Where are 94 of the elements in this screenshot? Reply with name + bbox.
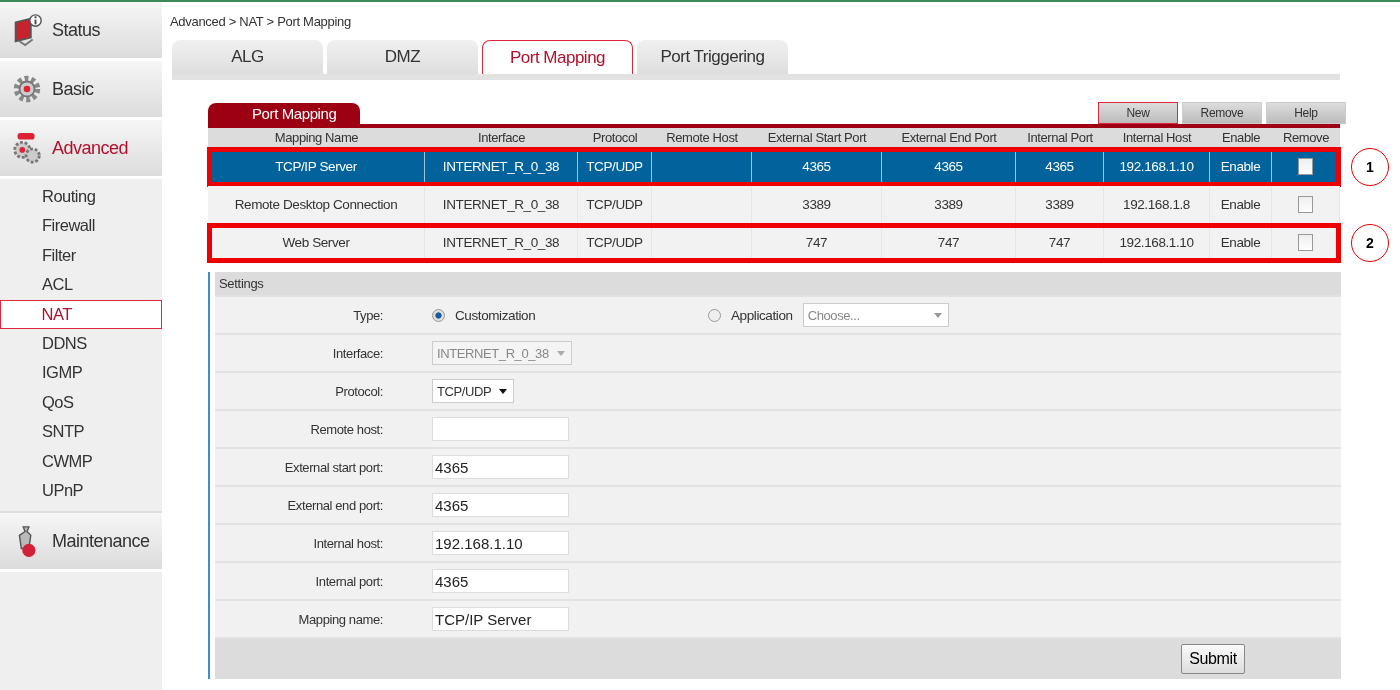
column-header: External Start Port — [766, 129, 868, 147]
table-cell: Web Server — [282, 235, 350, 250]
toolbar-button[interactable]: Remove — [1182, 102, 1262, 124]
submit-button[interactable]: Submit — [1181, 644, 1245, 674]
section-title: Settings — [215, 272, 1341, 295]
table-row[interactable]: Web Server INTERNET_R_0_38 TCP/UDP 747 747 747 192.168.1.10 Enable — [208, 224, 1340, 262]
radio-button[interactable] — [708, 308, 721, 322]
sidebar-section[interactable]: Status — [0, 2, 162, 61]
table-cell: INTERNET_R_0_38 — [442, 235, 560, 250]
table-cell: INTERNET_R_0_38 — [442, 159, 560, 174]
table-cell: 192.168.1.10 — [1119, 235, 1194, 250]
table-cell: 4365 — [934, 159, 963, 174]
table-cell: 4365 — [802, 159, 831, 174]
sidebar-item[interactable]: Filter — [0, 240, 162, 271]
field-label: Internal port: — [315, 573, 383, 589]
table-cell: 747 — [805, 235, 828, 250]
tab[interactable]: ALG — [172, 40, 323, 74]
sidebar-item[interactable]: SNTP — [0, 417, 162, 447]
sidebar-item[interactable]: DDNS — [0, 328, 162, 359]
table-cell: 747 — [1048, 235, 1071, 250]
table-cell: TCP/UDP — [586, 197, 643, 212]
table-cell: 192.168.1.10 — [1119, 159, 1194, 174]
column-header: Remote Host — [665, 129, 739, 147]
table-cell: TCP/UDP — [586, 159, 643, 174]
field-label: Mapping name: — [298, 611, 383, 627]
input-field[interactable]: 4365 — [432, 455, 569, 479]
caret-icon — [556, 350, 565, 356]
sidebar-item[interactable]: NAT — [0, 299, 162, 329]
sidebar-section-label: Basic — [52, 78, 94, 100]
gears-icon — [10, 131, 44, 165]
sidebar-item[interactable]: ACL — [0, 270, 162, 300]
field-label: External start port: — [284, 459, 383, 475]
table-cell: 3389 — [1045, 197, 1074, 212]
input-field[interactable]: 4365 — [432, 493, 569, 517]
table-cell: Enable — [1220, 197, 1261, 212]
dropdown[interactable]: TCP/UDP — [432, 379, 515, 403]
sidebar-section-label: Advanced — [52, 137, 129, 159]
radio-label: Customization — [455, 307, 536, 323]
sidebar-item[interactable]: Routing — [0, 182, 162, 212]
field-label: External end port: — [287, 497, 383, 513]
table-cell: Enable — [1220, 159, 1261, 174]
tab[interactable]: Port Triggering — [637, 40, 788, 74]
table-cell: Enable — [1220, 235, 1261, 250]
table-cell: Remote Desktop Connection — [234, 197, 398, 212]
checkbox[interactable] — [1298, 196, 1313, 213]
sidebar-section[interactable]: Advanced — [0, 120, 162, 179]
caret-icon — [499, 388, 508, 394]
column-header: Enable — [1220, 129, 1262, 147]
table-cell: TCP/IP Server — [275, 159, 357, 174]
sidebar-section-label: Status — [52, 19, 101, 41]
sidebar-item[interactable]: Firewall — [0, 211, 162, 241]
table-cell: 4365 — [1045, 159, 1074, 174]
toolbar-button[interactable]: New — [1098, 102, 1178, 124]
field-label: Protocol: — [335, 383, 383, 399]
sidebar-section-label: Maintenance — [52, 530, 150, 552]
column-header: Interface — [477, 129, 526, 147]
sidebar-item[interactable]: IGMP — [0, 358, 162, 388]
column-header: Mapping Name — [273, 129, 360, 147]
table-row[interactable]: Remote Desktop Connection INTERNET_R_0_38 TCP/UDP 3389 3389 3389 192.168.1.8 Enable — [208, 186, 1340, 224]
tab[interactable]: DMZ — [327, 40, 478, 74]
table-cell: INTERNET_R_0_38 — [442, 197, 560, 212]
toolbar-button[interactable]: Help — [1266, 102, 1346, 124]
sidebar-item[interactable]: CWMP — [0, 446, 162, 476]
radio-button[interactable] — [432, 308, 445, 322]
field-label: Interface: — [332, 345, 383, 361]
field-label: Internal host: — [313, 535, 383, 551]
sidebar-item[interactable]: UPnP — [0, 475, 162, 506]
checkbox[interactable] — [1298, 234, 1313, 251]
tab[interactable]: Port Mapping — [482, 40, 633, 74]
column-header: Remove — [1282, 129, 1330, 147]
table-cell: 747 — [937, 235, 960, 250]
input-field[interactable] — [432, 417, 569, 441]
radio-label: Application — [731, 307, 793, 323]
caret-icon — [933, 312, 942, 318]
table-cell: 3389 — [934, 197, 963, 212]
input-field[interactable]: TCP/IP Server — [432, 607, 569, 631]
sidebar-item[interactable]: QoS — [0, 387, 162, 418]
input-field[interactable]: 4365 — [432, 569, 569, 593]
input-field[interactable]: 192.168.1.10 — [432, 531, 569, 555]
breadcrumb: Advanced > NAT > Port Mapping — [169, 13, 352, 31]
table-cell: 3389 — [802, 197, 831, 212]
column-header: Protocol — [591, 129, 639, 147]
column-header: External End Port — [900, 129, 998, 147]
table-cell: TCP/UDP — [586, 235, 643, 250]
table-cell: 192.168.1.8 — [1123, 197, 1190, 212]
sidebar-section[interactable]: Maintenance — [0, 513, 162, 573]
field-label: Type: — [353, 307, 383, 323]
table-row[interactable]: TCP/IP Server INTERNET_R_0_38 TCP/UDP 4365 4365 4365 192.168.1.10 Enable — [208, 148, 1340, 186]
column-header: Internal Host — [1121, 129, 1193, 147]
column-header: Internal Port — [1026, 129, 1094, 147]
field-label: Remote host: — [310, 421, 383, 437]
dropdown[interactable]: Choose... — [802, 303, 949, 327]
checkbox[interactable] — [1298, 158, 1313, 175]
sidebar-section[interactable]: Basic — [0, 61, 162, 120]
